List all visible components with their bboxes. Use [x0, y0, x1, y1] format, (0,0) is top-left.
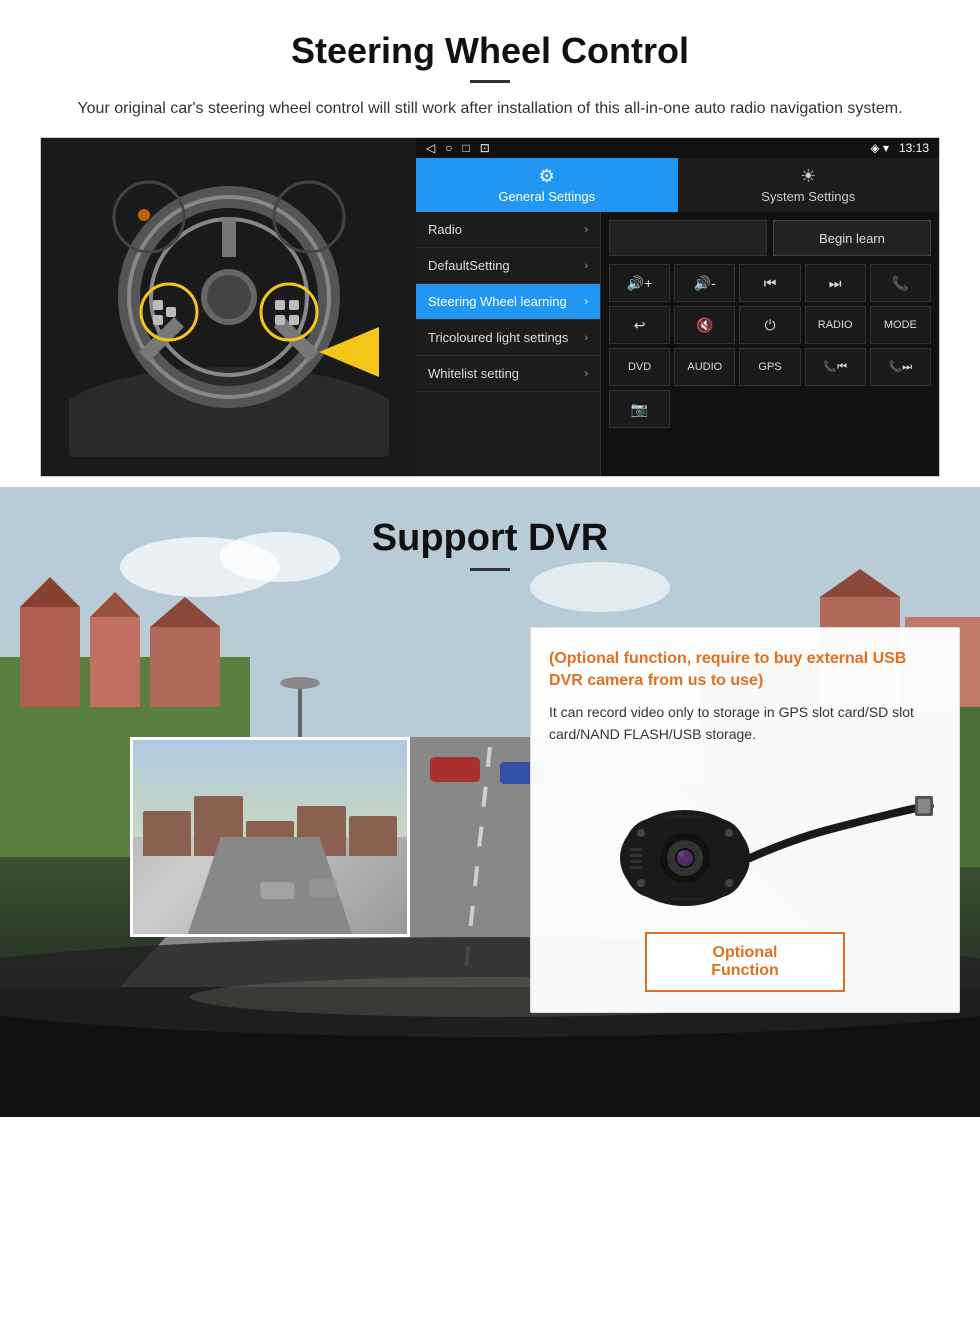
tab-system-label: System Settings — [761, 189, 855, 204]
tab-system-settings[interactable]: ☀ System Settings — [678, 158, 940, 212]
system-icon: ☀ — [800, 166, 816, 187]
steering-wheel-svg — [69, 157, 389, 457]
section1-description: Your original car's steering wheel contr… — [40, 97, 940, 121]
btn-dvd[interactable]: DVD — [609, 348, 670, 386]
btn-camera[interactable]: 📷 — [609, 390, 670, 428]
btn-audio[interactable]: AUDIO — [674, 348, 735, 386]
android-statusbar: ◁ ○ □ ⊡ ◈ ▾ 13:13 — [416, 138, 939, 158]
tab-general-label: General Settings — [498, 189, 595, 204]
dvr-info-card: (Optional function, require to buy exter… — [530, 627, 960, 1013]
btn-vol-down[interactable]: 🔊- — [674, 264, 735, 302]
btn-mute[interactable]: 🔇 — [674, 306, 735, 344]
support-dvr-section: Support DVR (Optional function, require … — [0, 487, 980, 1117]
chevron-icon: › — [584, 296, 588, 308]
btn-radio[interactable]: RADIO — [805, 306, 866, 344]
thumb-cars — [133, 864, 407, 924]
chevron-icon: › — [584, 224, 588, 236]
btn-power[interactable]: ⏻ — [739, 306, 800, 344]
btn-vol-up[interactable]: 🔊+ — [609, 264, 670, 302]
status-info: ◈ ▾ 13:13 — [870, 141, 929, 155]
chevron-icon: › — [584, 260, 588, 272]
btn-mode[interactable]: MODE — [870, 306, 931, 344]
menu-steering-label: Steering Wheel learning — [428, 294, 567, 309]
android-content: Radio › DefaultSetting › Steering Wheel … — [416, 212, 939, 476]
dvr-preview-thumbnail — [130, 737, 410, 937]
settings-icon: ⚙ — [539, 166, 555, 187]
menu-item-tricoloured[interactable]: Tricoloured light settings › — [416, 320, 600, 356]
section2-divider — [470, 568, 510, 571]
steering-wheel-photo — [41, 138, 416, 476]
control-buttons-grid: 🔊+ 🔊- ⏮ ⏭ 📞 ↩ 🔇 ⏻ RADIO MODE DVD AUDIO G… — [609, 264, 931, 428]
menu-whitelist-label: Whitelist setting — [428, 366, 519, 381]
android-tabs: ⚙ General Settings ☀ System Settings — [416, 158, 939, 212]
section2-title: Support DVR — [0, 487, 980, 560]
begin-learn-row: Begin learn — [609, 220, 931, 256]
menu-tricoloured-label: Tricoloured light settings — [428, 330, 568, 345]
menu-default-label: DefaultSetting — [428, 258, 510, 273]
dvr-thumb-inner — [133, 740, 407, 934]
section1-title: Steering Wheel Control — [40, 30, 940, 72]
empty-cell — [609, 220, 767, 256]
title-divider — [470, 80, 510, 83]
android-panel: ◁ ○ □ ⊡ ◈ ▾ 13:13 ⚙ General Settings ☀ S… — [416, 138, 939, 476]
optional-function-button[interactable]: Optional Function — [645, 932, 845, 992]
nav-icons: ◁ ○ □ ⊡ — [426, 141, 490, 155]
menu-item-whitelist[interactable]: Whitelist setting › — [416, 356, 600, 392]
optional-notice: (Optional function, require to buy exter… — [549, 648, 941, 693]
menu-radio-label: Radio — [428, 222, 462, 237]
btn-phone-prev[interactable]: 📞⏮ — [805, 348, 866, 386]
btn-phone-next[interactable]: 📞⏭ — [870, 348, 931, 386]
dvr-description: It can record video only to storage in G… — [549, 701, 941, 746]
btn-gps[interactable]: GPS — [739, 348, 800, 386]
menu-item-steering-wheel[interactable]: Steering Wheel learning › — [416, 284, 600, 320]
steering-ui-screenshot: ◁ ○ □ ⊡ ◈ ▾ 13:13 ⚙ General Settings ☀ S… — [40, 137, 940, 477]
btn-phone[interactable]: 📞 — [870, 264, 931, 302]
building5 — [349, 816, 397, 856]
btn-prev-track[interactable]: ⏮ — [739, 264, 800, 302]
building1 — [143, 811, 191, 856]
dvr-camera-svg — [555, 758, 935, 918]
btn-back[interactable]: ↩ — [609, 306, 670, 344]
chevron-icon: › — [584, 368, 588, 380]
menu-item-radio[interactable]: Radio › — [416, 212, 600, 248]
buttons-panel: Begin learn 🔊+ 🔊- ⏮ ⏭ 📞 ↩ 🔇 ⏻ RADIO MODE… — [601, 212, 939, 476]
btn-next-track[interactable]: ⏭ — [805, 264, 866, 302]
begin-learn-button[interactable]: Begin learn — [773, 220, 931, 256]
menu-list: Radio › DefaultSetting › Steering Wheel … — [416, 212, 601, 476]
steering-wheel-section: Steering Wheel Control Your original car… — [0, 0, 980, 487]
menu-item-default-setting[interactable]: DefaultSetting › — [416, 248, 600, 284]
tab-general-settings[interactable]: ⚙ General Settings — [416, 158, 678, 212]
chevron-icon: › — [584, 332, 588, 344]
dvr-camera-image — [549, 758, 941, 918]
